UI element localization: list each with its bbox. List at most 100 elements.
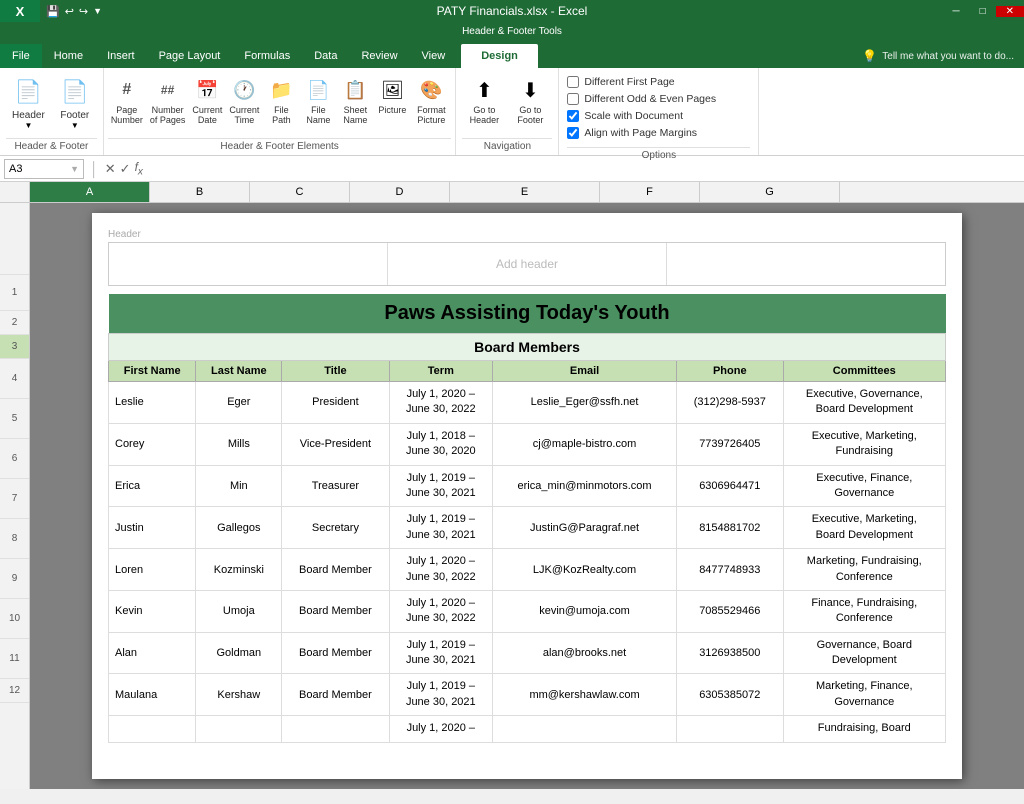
row-num-3[interactable]: 3 xyxy=(0,335,29,359)
col-header-B[interactable]: B xyxy=(150,182,250,202)
cell-first-name[interactable]: Corey xyxy=(109,423,196,465)
sheet-name-button[interactable]: 📋 SheetName xyxy=(337,72,373,128)
tell-me-box[interactable]: 💡 Tell me what you want to do... xyxy=(852,44,1024,68)
tab-design[interactable]: Design xyxy=(461,44,538,68)
table-row[interactable]: Loren Kozminski Board Member July 1, 202… xyxy=(109,549,946,591)
row-num-9[interactable]: 9 xyxy=(0,559,29,599)
col-header-C[interactable]: C xyxy=(250,182,350,202)
cell-committees[interactable]: Marketing, Fundraising,Conference xyxy=(783,549,945,591)
cell-term[interactable]: July 1, 2019 –June 30, 2021 xyxy=(389,465,493,507)
cell-phone[interactable]: 7739726405 xyxy=(677,423,784,465)
cell-first-name[interactable]: Erica xyxy=(109,465,196,507)
cell-phone[interactable] xyxy=(677,716,784,742)
picture-button[interactable]: 🖼 Picture xyxy=(374,72,410,118)
cell-email[interactable]: Leslie_Eger@ssfh.net xyxy=(493,382,677,424)
cell-phone[interactable]: (312)298-5937 xyxy=(677,382,784,424)
cell-last-name[interactable]: Min xyxy=(196,465,282,507)
cell-term[interactable]: July 1, 2018 –June 30, 2020 xyxy=(389,423,493,465)
row-num-6[interactable]: 6 xyxy=(0,439,29,479)
tab-data[interactable]: Data xyxy=(302,44,349,68)
tab-view[interactable]: View xyxy=(410,44,458,68)
col-header-D[interactable]: D xyxy=(350,182,450,202)
header-right-section[interactable] xyxy=(667,243,945,285)
cell-committees[interactable]: Finance, Fundraising,Conference xyxy=(783,590,945,632)
minimize-button[interactable]: ─ xyxy=(942,6,969,17)
cell-reference-box[interactable]: A3 ▼ xyxy=(4,159,84,179)
table-row[interactable]: Alan Goldman Board Member July 1, 2019 –… xyxy=(109,632,946,674)
cell-title[interactable]: Board Member xyxy=(282,549,389,591)
table-row[interactable]: Kevin Umoja Board Member July 1, 2020 –J… xyxy=(109,590,946,632)
maximize-button[interactable]: □ xyxy=(970,6,996,17)
different-first-page-checkbox[interactable] xyxy=(567,76,579,88)
table-row[interactable]: Justin Gallegos Secretary July 1, 2019 –… xyxy=(109,507,946,549)
cell-last-name[interactable]: Kershaw xyxy=(196,674,282,716)
cell-email[interactable]: JustinG@Paragraf.net xyxy=(493,507,677,549)
cell-email[interactable]: kevin@umoja.com xyxy=(493,590,677,632)
cell-last-name[interactable]: Goldman xyxy=(196,632,282,674)
header-dropdown-icon[interactable]: ▼ xyxy=(24,121,32,130)
cell-title[interactable]: President xyxy=(282,382,389,424)
number-of-pages-button[interactable]: ## Numberof Pages xyxy=(147,72,189,128)
tab-page-layout[interactable]: Page Layout xyxy=(147,44,233,68)
cell-title[interactable]: Board Member xyxy=(282,674,389,716)
cell-committees[interactable]: Executive, Marketing,Fundraising xyxy=(783,423,945,465)
goto-header-button[interactable]: ⬆ Go toHeader xyxy=(462,72,506,128)
col-header-E[interactable]: E xyxy=(450,182,600,202)
row-num-5[interactable]: 5 xyxy=(0,399,29,439)
current-time-button[interactable]: 🕐 CurrentTime xyxy=(226,72,262,128)
formula-fx-icon[interactable]: fx xyxy=(135,160,143,177)
cell-committees[interactable]: Marketing, Finance,Governance xyxy=(783,674,945,716)
cell-email[interactable]: alan@brooks.net xyxy=(493,632,677,674)
current-date-button[interactable]: 📅 CurrentDate xyxy=(189,72,225,128)
col-header-F[interactable]: F xyxy=(600,182,700,202)
cell-first-name[interactable]: Leslie xyxy=(109,382,196,424)
cell-first-name[interactable]: Alan xyxy=(109,632,196,674)
cell-last-name[interactable]: Gallegos xyxy=(196,507,282,549)
row-num-8[interactable]: 8 xyxy=(0,519,29,559)
cell-term[interactable]: July 1, 2019 –June 30, 2021 xyxy=(389,674,493,716)
align-with-margins-checkbox-row[interactable]: Align with Page Margins xyxy=(567,127,750,139)
table-row[interactable]: Leslie Eger President July 1, 2020 –June… xyxy=(109,382,946,424)
header-left-section[interactable] xyxy=(109,243,388,285)
cell-phone[interactable]: 8154881702 xyxy=(677,507,784,549)
different-odd-even-checkbox-row[interactable]: Different Odd & Even Pages xyxy=(567,93,750,105)
cell-committees[interactable]: Governance, BoardDevelopment xyxy=(783,632,945,674)
table-row[interactable]: Corey Mills Vice-President July 1, 2018 … xyxy=(109,423,946,465)
formula-input[interactable] xyxy=(147,163,1020,175)
cell-term[interactable]: July 1, 2019 –June 30, 2021 xyxy=(389,632,493,674)
cell-phone[interactable]: 3126938500 xyxy=(677,632,784,674)
cell-email[interactable]: cj@maple-bistro.com xyxy=(493,423,677,465)
cell-title[interactable]: Secretary xyxy=(282,507,389,549)
row-num-12[interactable]: 12 xyxy=(0,679,29,703)
cell-phone[interactable]: 8477748933 xyxy=(677,549,784,591)
row-num-4[interactable]: 4 xyxy=(0,359,29,399)
cell-last-name[interactable]: Eger xyxy=(196,382,282,424)
row-num-2[interactable]: 2 xyxy=(0,311,29,335)
tab-review[interactable]: Review xyxy=(349,44,409,68)
cell-last-name[interactable]: Kozminski xyxy=(196,549,282,591)
cell-term[interactable]: July 1, 2020 –June 30, 2022 xyxy=(389,590,493,632)
title-cell[interactable]: Paws Assisting Today's Youth xyxy=(109,294,946,334)
formula-cancel-icon[interactable]: ✕ xyxy=(105,161,116,177)
scale-with-document-checkbox-row[interactable]: Scale with Document xyxy=(567,110,750,122)
file-path-button[interactable]: 📁 FilePath xyxy=(263,72,299,128)
col-header-A[interactable]: A xyxy=(30,182,150,202)
file-name-button[interactable]: 📄 FileName xyxy=(300,72,336,128)
header-input-area[interactable]: Add header xyxy=(108,242,946,286)
different-odd-even-checkbox[interactable] xyxy=(567,93,579,105)
goto-footer-button[interactable]: ⬇ Go toFooter xyxy=(508,72,552,128)
cell-email[interactable]: mm@kershawlaw.com xyxy=(493,674,677,716)
cell-phone[interactable]: 7085529466 xyxy=(677,590,784,632)
cell-title[interactable]: Board Member xyxy=(282,590,389,632)
cell-title[interactable]: Board Member xyxy=(282,632,389,674)
tab-home[interactable]: Home xyxy=(42,44,95,68)
table-row[interactable]: Erica Min Treasurer July 1, 2019 –June 3… xyxy=(109,465,946,507)
cell-email[interactable]: LJK@KozRealty.com xyxy=(493,549,677,591)
align-with-margins-checkbox[interactable] xyxy=(567,127,579,139)
cell-term[interactable]: July 1, 2020 –June 30, 2022 xyxy=(389,549,493,591)
footer-button[interactable]: 📄 Footer ▼ xyxy=(53,72,97,132)
cell-phone[interactable]: 6306964471 xyxy=(677,465,784,507)
row-num-7[interactable]: 7 xyxy=(0,479,29,519)
cell-title[interactable]: Vice-President xyxy=(282,423,389,465)
row-num-10[interactable]: 10 xyxy=(0,599,29,639)
